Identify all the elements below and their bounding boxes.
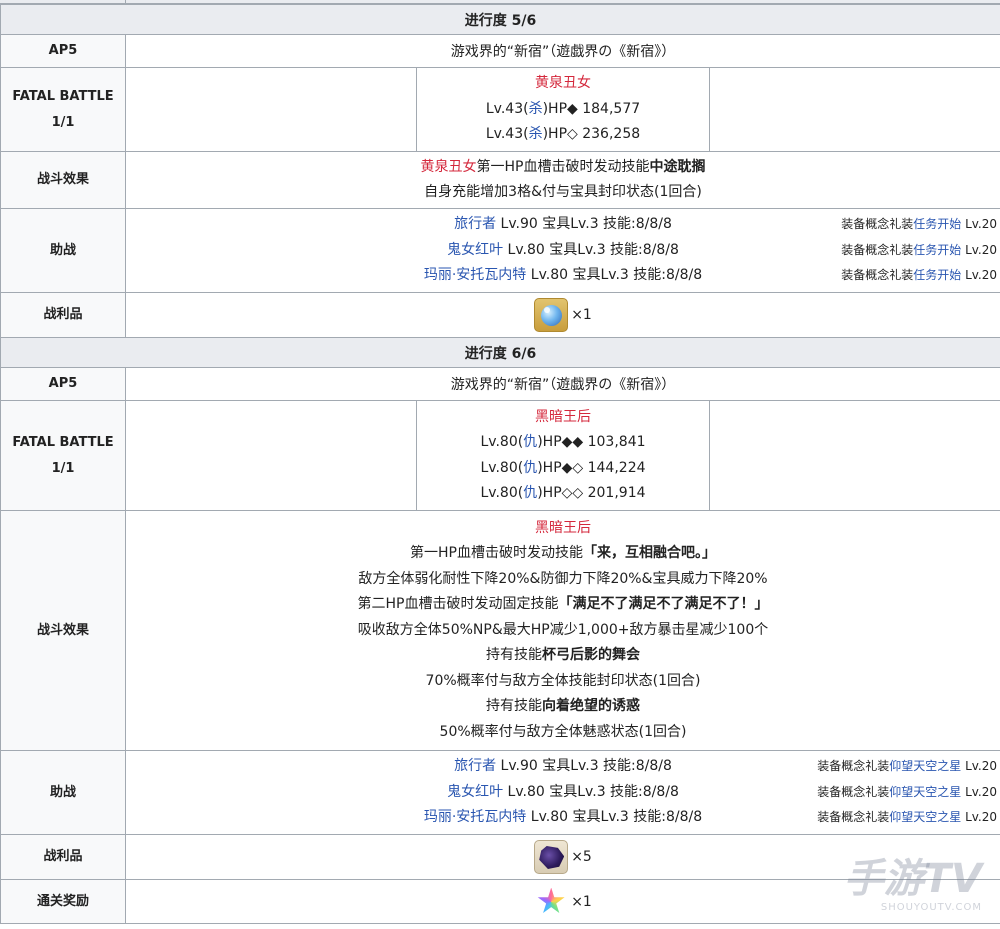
effect-line: 自身充能增加3格&付与宝具封印状态(1回合) (424, 184, 702, 200)
enemy-box: 黑暗王后 Lv.80(仇)HP◆◆ 103,841 Lv.80(仇)HP◆◇ 1… (416, 401, 710, 510)
skill-name: 「来，互相融合吧。」 (583, 545, 716, 562)
blue-gem-icon[interactable] (534, 298, 569, 332)
battle-label: FATAL BATTLE 1/1 (0, 67, 126, 152)
effect-line: 持有技能杯弓后影的舞会 (486, 647, 640, 664)
enemy-stat-line: Lv.80(仇)HP◇◇ 201,914 (480, 485, 646, 501)
support-label: 助战 (0, 208, 126, 293)
battle-label-line1: FATAL BATTLE (12, 434, 114, 450)
ap-label: AP5 (0, 34, 126, 68)
battle-row: FATAL BATTLE 1/1 黑暗王后 Lv.80(仇)HP◆◆ 103,8… (0, 400, 1000, 511)
enemy-stat-line: Lv.43(杀)HP◆ 184,577 (485, 100, 641, 117)
progress-row: 进行度 5/6 (0, 4, 1000, 35)
class-link[interactable]: 杀 (529, 126, 543, 142)
watermark-main: 手游TV (843, 856, 982, 902)
support-label: 助战 (0, 750, 126, 835)
effect-line: 敌方全体弱化耐性下降20%&防御力下降20%&宝具威力下降20% (358, 570, 768, 587)
skill-name: 「满足不了满足不了满足不了！」 (558, 596, 769, 613)
effect-row: 战斗效果 黑暗王后 第一HP血槽击破时发动技能「来，互相融合吧。」 敌方全体弱化… (0, 510, 1000, 751)
effect-label: 战斗效果 (0, 151, 126, 209)
support-entry: 玛丽·安托瓦内特 Lv.80 宝具Lv.3 技能:8/8/8 装备概念礼装任务开… (423, 267, 998, 284)
effect-line: 第一HP血槽击破时发动技能「来，互相融合吧。」 (410, 545, 716, 562)
support-cell: 旅行者 Lv.90 宝具Lv.3 技能:8/8/8 装备概念礼装任务开始 Lv.… (124, 208, 1000, 293)
reward-label: 通关奖励 (0, 879, 126, 924)
enemy-stat-line: Lv.80(仇)HP◆◇ 144,224 (480, 459, 646, 476)
reward-count: ×1 (571, 893, 592, 910)
servant-link[interactable]: 鬼女红叶 (447, 784, 503, 800)
battle-label: FATAL BATTLE 1/1 (0, 400, 126, 511)
progress-row: 进行度 6/6 (0, 337, 1000, 368)
effect-cell: 黄泉丑女第一HP血槽击破时发动技能中途耽搁 自身充能增加3格&付与宝具封印状态(… (124, 151, 1000, 209)
class-link[interactable]: 仇 (523, 485, 537, 501)
enemy-stat-line: Lv.43(杀)HP◇ 236,258 (485, 126, 641, 143)
enemy-link[interactable]: 黑暗王后 (126, 516, 1000, 542)
ap-row: AP5 游戏界的“新宿”（遊戯界の《新宿》） (0, 34, 1000, 68)
effect-line: 吸收敌方全体50%NP&最大HP减少1,000+敌方暴击星减少100个 (357, 621, 769, 638)
battle-label-line1: FATAL BATTLE (12, 88, 114, 104)
quest-name: 游戏界的“新宿”（遊戯界の《新宿》） (124, 367, 1000, 401)
progress-header: 进行度 6/6 (0, 337, 1000, 368)
enemy-box: 黄泉丑女 Lv.43(杀)HP◆ 184,577 Lv.43(杀)HP◇ 236… (416, 68, 710, 151)
drop-label: 战利品 (0, 292, 126, 338)
ce-link[interactable]: 任务开始 (913, 217, 961, 231)
servant-link[interactable]: 旅行者 (454, 216, 496, 232)
drop-label: 战利品 (0, 834, 126, 880)
ce-link[interactable]: 仰望天空之星 (889, 759, 961, 773)
quest-name: 游戏界的“新宿”（遊戯界の《新宿》） (124, 34, 1000, 68)
drop-cell: ×1 (124, 292, 1000, 338)
drop-count: ×5 (571, 849, 592, 865)
ap-row: AP5 游戏界的“新宿”（遊戯界の《新宿》） (0, 367, 1000, 401)
ce-link[interactable]: 仰望天空之星 (889, 810, 961, 824)
class-link[interactable]: 仇 (523, 434, 537, 450)
skill-name: 向着绝望的诱惑 (542, 698, 640, 715)
ce-link[interactable]: 任务开始 (913, 268, 961, 282)
enemy-name[interactable]: 黄泉丑女 (417, 71, 709, 97)
enemy-cell: 黑暗王后 Lv.80(仇)HP◆◆ 103,841 Lv.80(仇)HP◆◇ 1… (124, 400, 1000, 511)
battle-label-line2: 1/1 (51, 114, 75, 130)
enemy-link[interactable]: 黄泉丑女 (421, 159, 477, 175)
effect-line: 黄泉丑女第一HP血槽击破时发动技能中途耽搁 (420, 158, 706, 175)
enemy-name[interactable]: 黑暗王后 (417, 405, 709, 431)
support-cell: 旅行者 Lv.90 宝具Lv.3 技能:8/8/8 装备概念礼装仰望天空之星 L… (124, 750, 1000, 835)
effect-cell: 黑暗王后 第一HP血槽击破时发动技能「来，互相融合吧。」 敌方全体弱化耐性下降2… (124, 510, 1000, 751)
class-link[interactable]: 杀 (529, 101, 543, 117)
enemy-cell: 黄泉丑女 Lv.43(杀)HP◆ 184,577 Lv.43(杀)HP◇ 236… (124, 67, 1000, 152)
support-entry: 旅行者 Lv.90 宝具Lv.3 技能:8/8/8 装备概念礼装仰望天空之星 L… (454, 758, 998, 775)
saint-quartz-icon[interactable] (534, 885, 568, 919)
drop-row: 战利品 ×1 (0, 292, 1000, 338)
effect-label: 战斗效果 (0, 510, 126, 751)
support-entry: 鬼女红叶 Lv.80 宝具Lv.3 技能:8/8/8 装备概念礼装仰望天空之星 … (447, 783, 998, 800)
effect-row: 战斗效果 黄泉丑女第一HP血槽击破时发动技能中途耽搁 自身充能增加3格&付与宝具… (0, 151, 1000, 209)
battle-row: FATAL BATTLE 1/1 黄泉丑女 Lv.43(杀)HP◆ 184,57… (0, 67, 1000, 152)
support-row: 助战 旅行者 Lv.90 宝具Lv.3 技能:8/8/8 装备概念礼装仰望天空之… (0, 750, 1000, 835)
dark-crystal-icon[interactable] (534, 840, 569, 874)
quest-table: 进行度 5/6 AP5 游戏界的“新宿”（遊戯界の《新宿》） FATAL BAT… (0, 4, 1000, 924)
skill-name: 中途耽搁 (649, 158, 706, 175)
class-link[interactable]: 仇 (523, 460, 537, 476)
watermark-sub: SHOUYOUTV.COM (880, 902, 982, 913)
support-row: 助战 旅行者 Lv.90 宝具Lv.3 技能:8/8/8 装备概念礼装任务开始 … (0, 208, 1000, 293)
ce-link[interactable]: 仰望天空之星 (889, 785, 961, 799)
drop-count: ×1 (571, 307, 592, 323)
support-entry: 玛丽·安托瓦内特 Lv.80 宝具Lv.3 技能:8/8/8 装备概念礼装仰望天… (423, 809, 998, 826)
skill-name: 杯弓后影的舞会 (542, 647, 640, 664)
servant-link[interactable]: 旅行者 (454, 758, 496, 774)
ce-link[interactable]: 任务开始 (913, 243, 961, 257)
servant-link[interactable]: 玛丽·安托瓦内特 (424, 809, 526, 825)
effect-line: 70%概率付与敌方全体技能封印状态(1回合) (425, 672, 701, 689)
ap-label: AP5 (0, 367, 126, 401)
effect-line: 第二HP血槽击破时发动固定技能「满足不了满足不了满足不了！」 (357, 596, 769, 613)
progress-header: 进行度 5/6 (0, 4, 1000, 35)
support-entry: 旅行者 Lv.90 宝具Lv.3 技能:8/8/8 装备概念礼装任务开始 Lv.… (454, 216, 998, 233)
support-entry: 鬼女红叶 Lv.80 宝具Lv.3 技能:8/8/8 装备概念礼装任务开始 Lv… (447, 241, 998, 258)
servant-link[interactable]: 玛丽·安托瓦内特 (424, 267, 526, 283)
watermark-logo: 手游TV SHOUYOUTV.COM (844, 856, 982, 913)
effect-line: 50%概率付与敌方全体魅惑状态(1回合) (439, 723, 687, 740)
servant-link[interactable]: 鬼女红叶 (447, 242, 503, 258)
battle-label-line2: 1/1 (51, 460, 75, 476)
enemy-stat-line: Lv.80(仇)HP◆◆ 103,841 (480, 434, 646, 450)
effect-line: 持有技能向着绝望的诱惑 (486, 698, 640, 715)
